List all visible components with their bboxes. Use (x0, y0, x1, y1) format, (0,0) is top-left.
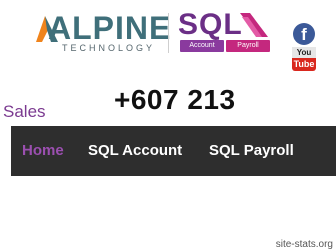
nav-item-sql-account[interactable]: SQL Account (88, 126, 182, 176)
logo-divider (168, 13, 169, 53)
sql-account-tag: Account (180, 40, 224, 52)
site-header: ALPINE TECHNOLOGY SQL Account Payroll f … (0, 0, 336, 72)
youtube-icon-top: You (292, 47, 316, 58)
alpine-tagline: TECHNOLOGY (62, 43, 156, 53)
sql-payroll-tag: Payroll (226, 40, 270, 52)
main-navigation: Home SQL Account SQL Payroll (11, 126, 336, 176)
youtube-icon[interactable]: You Tube (292, 47, 316, 71)
sql-chevron-icon (240, 13, 268, 37)
watermark: site-stats.org (275, 239, 333, 250)
alpine-wordmark: ALPINE (48, 10, 172, 46)
sales-label: Sales (3, 102, 46, 121)
nav-item-sql-payroll[interactable]: SQL Payroll (209, 126, 294, 176)
sales-phone-number[interactable]: +607 213 (114, 83, 236, 117)
sql-logo[interactable]: SQL Account Payroll (178, 8, 276, 53)
facebook-icon[interactable]: f (293, 23, 315, 45)
sql-wordmark: SQL (178, 8, 243, 41)
nav-item-home[interactable]: Home (22, 126, 64, 176)
youtube-icon-bottom: Tube (292, 58, 316, 71)
alpine-technology-logo[interactable]: ALPINE TECHNOLOGY (28, 10, 170, 54)
